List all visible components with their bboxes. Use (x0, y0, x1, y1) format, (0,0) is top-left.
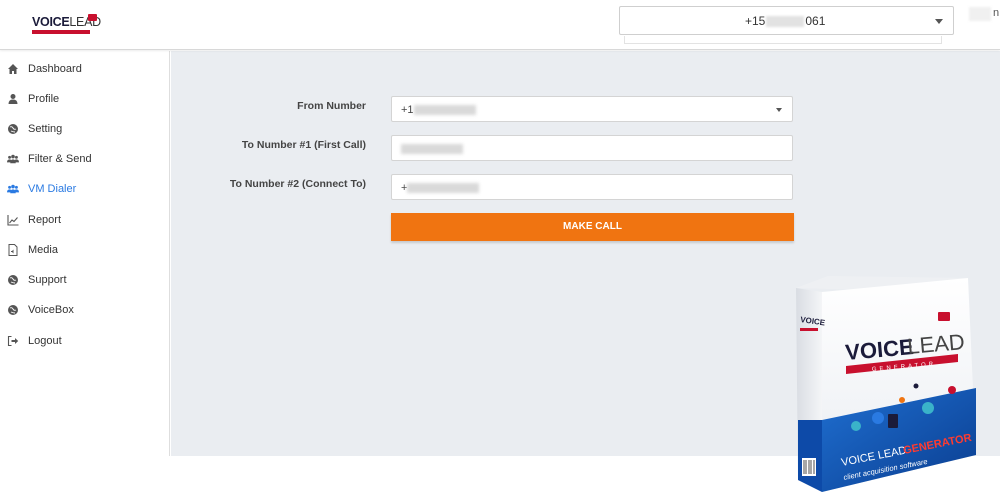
file-audio-icon (8, 244, 18, 256)
users-icon (7, 154, 19, 164)
from-number-value: +1 (401, 104, 414, 116)
sidebar-item-label: Media (28, 244, 58, 256)
sidebar-item-voicebox[interactable]: VoiceBox (0, 295, 168, 325)
sidebar-item-label: VoiceBox (28, 304, 74, 316)
user-menu-label[interactable]: n (993, 7, 999, 19)
sidebar-item-media[interactable]: Media (0, 235, 168, 265)
sidebar-item-label: Filter & Send (28, 153, 92, 165)
top-header: VOICELEAD +15 061 n (0, 0, 1000, 50)
mail-icon (88, 14, 97, 21)
chevron-down-icon (935, 19, 943, 24)
sidebar-item-dashboard[interactable]: Dashboard (0, 54, 168, 84)
user-icon (8, 94, 18, 104)
to-number-2-label: To Number #2 (Connect To) (229, 178, 366, 190)
sidebar-item-report[interactable]: Report (0, 205, 168, 235)
redacted-user (969, 7, 991, 21)
line-chart-icon (7, 215, 19, 226)
to-number-1-label: To Number #1 (First Call) (241, 139, 366, 151)
redacted-digits (413, 105, 476, 116)
globe-icon (8, 275, 18, 285)
globe-icon (8, 305, 18, 315)
from-number-label: From Number (297, 100, 366, 112)
to-number-1-input[interactable] (391, 135, 793, 161)
phone-number-select[interactable]: +15 061 (619, 6, 954, 35)
from-number-select[interactable]: +1 (391, 96, 793, 122)
to-number-2-input[interactable]: + (391, 174, 793, 200)
sign-out-icon (7, 335, 19, 347)
redacted-digits (401, 144, 463, 155)
logo-word-bold: VOICE (32, 15, 70, 29)
sidebar-item-label: Support (28, 274, 67, 286)
sidebar-item-profile[interactable]: Profile (0, 84, 168, 114)
logo-underline (32, 30, 90, 34)
sidebar-item-label: Dashboard (28, 63, 82, 75)
globe-icon (8, 124, 18, 134)
redacted-digits (766, 16, 805, 28)
sidebar-item-label: Profile (28, 93, 60, 105)
home-icon (8, 64, 18, 74)
sidebar-item-label: VM Dialer (28, 183, 77, 195)
sidebar-item-label: Report (28, 214, 62, 226)
sidebar-item-filter-send[interactable]: Filter & Send (0, 144, 168, 174)
phone-number-value: +15 061 (745, 14, 825, 28)
sidebar-item-label: Setting (28, 123, 63, 135)
redacted-digits (407, 183, 480, 194)
sidebar-item-setting[interactable]: Setting (0, 114, 168, 144)
sidebar-item-vm-dialer[interactable]: VM Dialer (0, 174, 168, 204)
product-box-image: VOICE VOICE LEAD GENERATOR VOICE LEAD GE… (796, 276, 976, 492)
dropdown-shadow (624, 36, 942, 44)
users-icon (7, 184, 19, 194)
phone-prefix: +15 (745, 14, 766, 28)
make-call-button[interactable]: MAKE CALL (391, 213, 794, 241)
chevron-down-icon (776, 108, 782, 112)
phone-suffix: 061 (805, 14, 826, 28)
voicelead-logo[interactable]: VOICELEAD (32, 14, 102, 38)
sidebar-item-label: Logout (28, 335, 62, 347)
sidebar: Dashboard Profile Setting Filter & Send … (0, 51, 170, 456)
sidebar-item-logout[interactable]: Logout (0, 326, 168, 356)
sidebar-item-support[interactable]: Support (0, 265, 168, 295)
